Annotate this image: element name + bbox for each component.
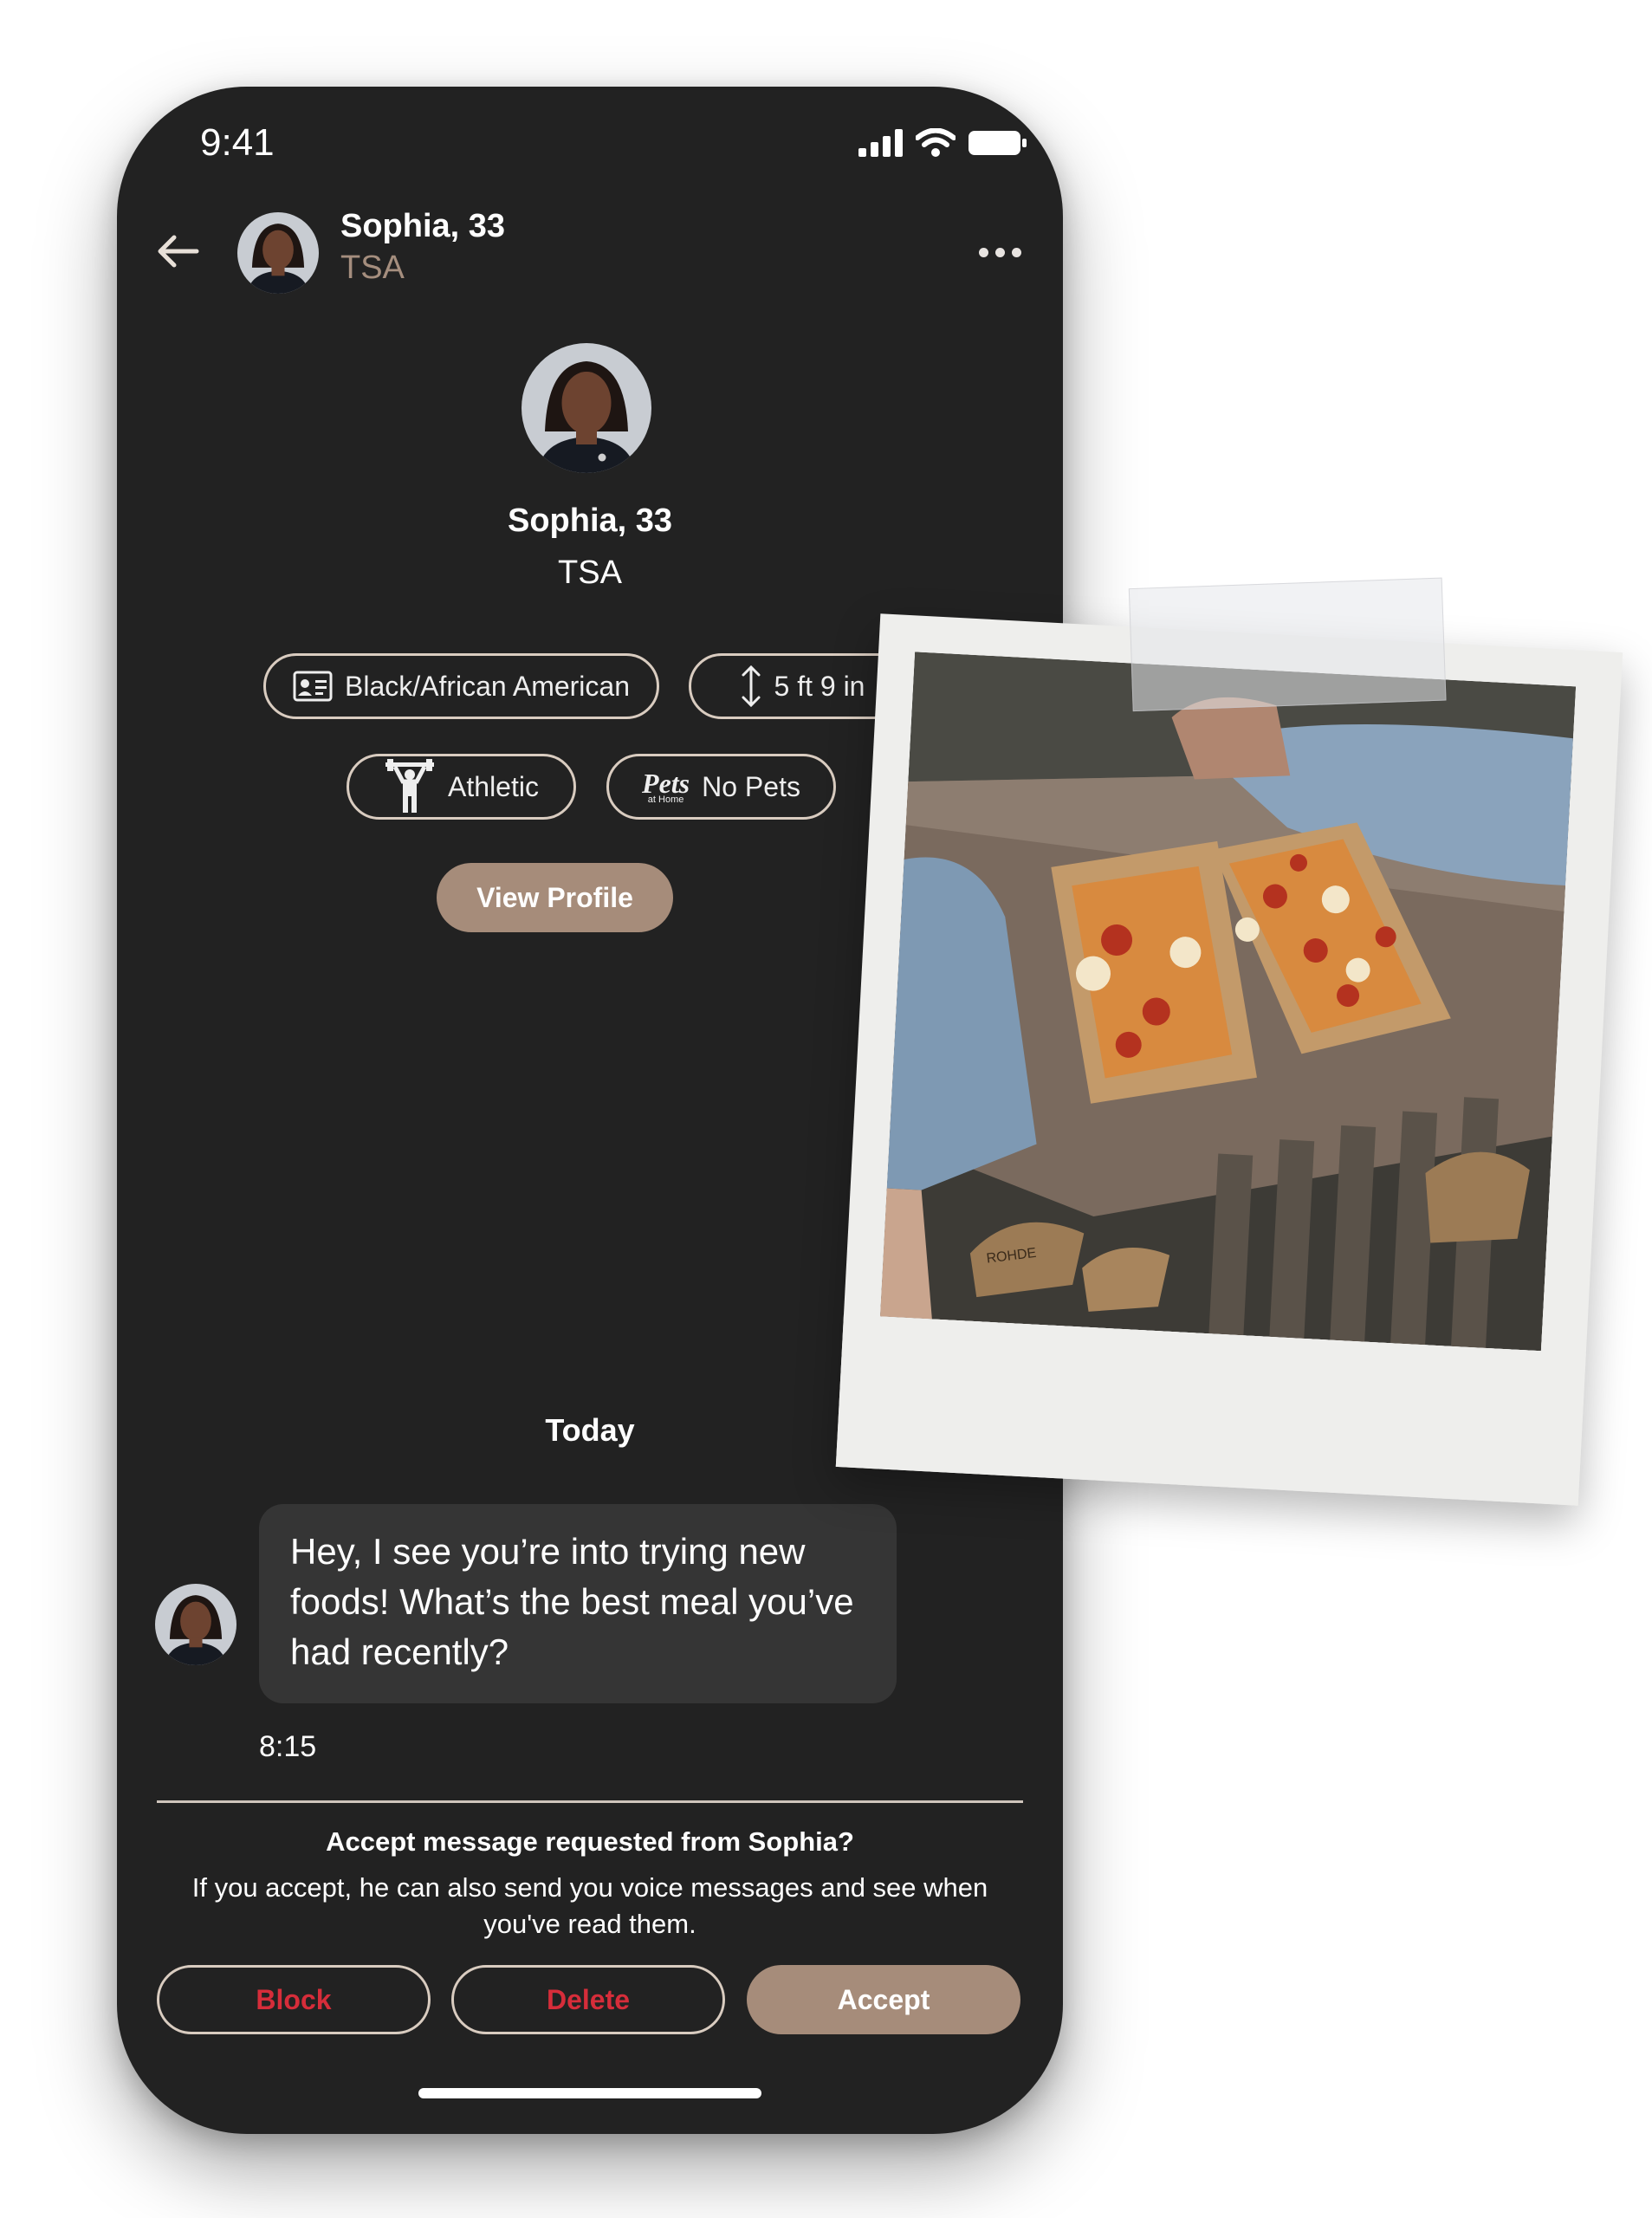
chip-body-type-label: Athletic [448, 770, 539, 802]
chip-ethnicity[interactable]: Black/African American [263, 653, 659, 719]
pets-at-home-logo: Pets at Home [642, 767, 690, 805]
pizza-photo: ROHDE [879, 652, 1577, 1352]
profile-avatar[interactable] [522, 343, 651, 473]
header-subtitle: TSA [340, 250, 405, 286]
divider [157, 1800, 1023, 1803]
chip-height-label: 5 ft 9 in [774, 670, 865, 702]
delete-button[interactable]: Delete [451, 1965, 725, 2034]
id-card-icon [293, 671, 333, 702]
status-time: 9:41 [200, 121, 275, 164]
header-avatar[interactable] [237, 212, 319, 294]
weightlifter-icon [385, 759, 435, 813]
height-arrow-icon [742, 665, 761, 708]
battery-icon [969, 131, 1027, 155]
message-avatar[interactable] [155, 1584, 236, 1665]
home-indicator[interactable] [418, 2088, 761, 2098]
tape-strip [1128, 577, 1447, 712]
view-profile-button[interactable]: View Profile [437, 863, 673, 932]
message-bubble[interactable]: Hey, I see you’re into trying new foods!… [259, 1504, 897, 1703]
message-time: 8:15 [259, 1730, 317, 1763]
back-arrow-icon[interactable] [152, 225, 204, 277]
polaroid-photo: ROHDE [835, 577, 1623, 1506]
chip-ethnicity-label: Black/African American [344, 670, 630, 702]
header-name: Sophia, 33 [340, 208, 506, 244]
chip-body-type[interactable]: Athletic [347, 754, 576, 820]
chip-pets-label: No Pets [702, 770, 800, 802]
more-options-icon[interactable] [979, 248, 1021, 257]
block-button[interactable]: Block [157, 1965, 431, 2034]
profile-subtitle: TSA [558, 554, 622, 591]
request-description: If you accept, he can also send you voic… [191, 1872, 988, 1939]
profile-name: Sophia, 33 [507, 503, 673, 539]
wifi-icon [916, 128, 956, 157]
chip-pets[interactable]: Pets at Home No Pets [606, 754, 836, 820]
status-icons [858, 128, 1028, 158]
request-title: Accept message requested from Sophia? [326, 1826, 854, 1857]
signal-icon [858, 129, 903, 157]
accept-button[interactable]: Accept [747, 1965, 1020, 2034]
